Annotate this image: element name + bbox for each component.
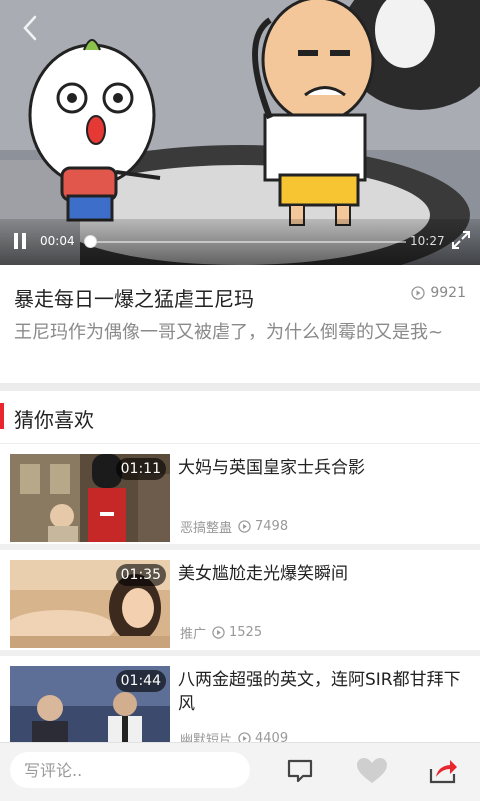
play-count-value: 9921 [430, 285, 466, 301]
section-accent-bar [0, 403, 4, 429]
duration-badge: 01:44 [115, 670, 166, 692]
duration-badge: 01:11 [115, 458, 166, 480]
recommend-item-view-count: 7498 [255, 519, 289, 534]
video-player[interactable]: 00:04 10:27 [0, 0, 480, 265]
video-info: 暴走每日一爆之猛虐王尼玛 9921 王尼玛作为偶像一哥又被虐了，为什么倒霉的又是… [0, 265, 480, 383]
play-count-icon [411, 286, 426, 300]
player-controls: 00:04 10:27 [0, 219, 480, 265]
recommend-item[interactable]: 01:11 大妈与英国皇家士兵合影 恶搞整蛊 7498 [0, 444, 480, 544]
share-button[interactable] [428, 757, 460, 787]
comment-icon [287, 759, 313, 783]
total-time: 10:27 [410, 234, 445, 248]
recommend-item-meta: 恶搞整蛊 7498 [180, 517, 288, 536]
back-arrow-icon [23, 15, 37, 41]
fullscreen-button[interactable] [450, 229, 472, 251]
share-icon [429, 760, 457, 784]
recommend-item-views: 7498 [238, 519, 288, 534]
fullscreen-icon [452, 231, 470, 249]
recommend-item-title: 美女尴尬走光爆笑瞬间 [178, 564, 348, 584]
recommend-item-view-count: 1525 [229, 625, 263, 640]
recommend-item-source: 推广 [180, 627, 207, 642]
recommend-header: 猜你喜欢 [0, 391, 480, 444]
pause-button[interactable] [13, 233, 29, 251]
recommend-title: 猜你喜欢 [14, 408, 94, 432]
recommend-thumbnail: 01:35 [10, 560, 170, 648]
back-button[interactable] [14, 12, 46, 44]
play-count-icon [238, 520, 251, 533]
recommend-item[interactable]: 01:35 美女尴尬走光爆笑瞬间 推广 1525 [0, 550, 480, 650]
recommend-item-views: 1525 [212, 625, 262, 640]
recommend-item-meta: 推广 1525 [180, 623, 262, 642]
like-button[interactable] [355, 757, 387, 787]
video-description: 王尼玛作为偶像一哥又被虐了，为什么倒霉的又是我~ [14, 322, 444, 343]
seek-thumb[interactable] [84, 235, 98, 248]
video-title: 暴走每日一爆之猛虐王尼玛 [14, 287, 254, 311]
play-count-icon [212, 626, 225, 639]
comment-button[interactable] [285, 757, 317, 787]
current-time: 00:04 [40, 234, 75, 248]
section-divider [0, 383, 480, 391]
recommend-item-title: 大妈与英国皇家士兵合影 [178, 458, 365, 478]
comment-input[interactable] [10, 752, 250, 788]
recommend-item[interactable]: 01:44 八两金超强的英文，连阿SIR都甘拜下风 幽默短片 4409 [0, 656, 480, 756]
play-count: 9921 [411, 285, 466, 301]
heart-icon [357, 758, 387, 783]
recommend-item-source: 恶搞整蛊 [180, 521, 233, 536]
recommend-thumbnail: 01:44 [10, 666, 170, 754]
seek-bar[interactable] [84, 235, 406, 248]
bottom-action-bar [0, 742, 480, 801]
recommend-thumbnail: 01:11 [10, 454, 170, 542]
duration-badge: 01:35 [115, 564, 166, 586]
recommend-item-title: 八两金超强的英文，连阿SIR都甘拜下风 [178, 670, 461, 714]
